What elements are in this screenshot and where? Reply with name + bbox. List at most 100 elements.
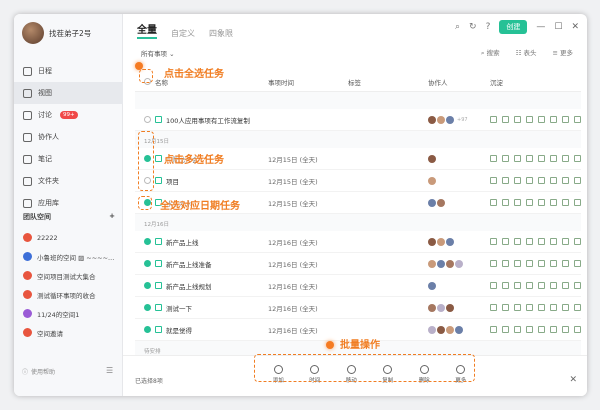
tab-1[interactable]: 自定义	[171, 28, 195, 39]
branch-icon[interactable]	[502, 238, 509, 245]
row-checkbox[interactable]	[144, 282, 151, 289]
task-complete-checkbox[interactable]	[155, 155, 162, 162]
branch-icon[interactable]	[502, 282, 509, 289]
task-complete-checkbox[interactable]	[155, 116, 162, 123]
folder-icon[interactable]	[538, 155, 545, 162]
send-icon[interactable]	[514, 116, 521, 123]
inbox-icon[interactable]	[526, 282, 533, 289]
mail-icon[interactable]	[550, 116, 557, 123]
task-owners[interactable]	[420, 325, 482, 334]
mail-icon[interactable]	[550, 177, 557, 184]
mail-icon[interactable]	[550, 304, 557, 311]
send-icon[interactable]	[514, 282, 521, 289]
reply-icon[interactable]	[574, 116, 581, 123]
col-time[interactable]: 事项时间	[260, 77, 340, 87]
mail-icon[interactable]	[550, 326, 557, 333]
more-button[interactable]: ≡ 更多	[552, 46, 573, 60]
help-icon[interactable]: ?	[486, 22, 491, 32]
reply-icon[interactable]	[574, 155, 581, 162]
minimize-icon[interactable]: —	[536, 22, 545, 32]
inbox-icon[interactable]	[526, 116, 533, 123]
mail-icon[interactable]	[550, 238, 557, 245]
folder-icon[interactable]	[538, 260, 545, 267]
task-name[interactable]: 100人应用事项有工作流复制	[166, 115, 250, 125]
note-icon[interactable]	[490, 155, 497, 162]
task-name[interactable]: 新产品上线规划	[166, 281, 212, 291]
branch-icon[interactable]	[502, 304, 509, 311]
clock-icon[interactable]	[562, 282, 569, 289]
task-name[interactable]: 测试一下	[166, 303, 192, 313]
mail-icon[interactable]	[550, 155, 557, 162]
task-time[interactable]: 12月15日 (全天)	[260, 176, 340, 186]
folder-icon[interactable]	[538, 282, 545, 289]
row-checkbox[interactable]	[144, 238, 151, 245]
tab-0[interactable]: 全量	[137, 21, 157, 39]
user-profile[interactable]: 找茬弟子2号	[22, 22, 91, 44]
task-owners[interactable]	[420, 259, 482, 268]
table-row[interactable]: 项目 12月15日 (全天)	[135, 170, 581, 192]
inbox-icon[interactable]	[526, 177, 533, 184]
table-row[interactable]: 100人应用事项有工作流复制 +97	[135, 109, 581, 131]
help-link[interactable]: ⓘ 使用帮助	[22, 367, 55, 376]
team-space-item[interactable]: 空间项目测试大集合	[14, 266, 123, 285]
send-icon[interactable]	[514, 238, 521, 245]
table-row[interactable]: 新产品上线 12月16日 (全天)	[135, 231, 581, 253]
task-time[interactable]: 12月16日 (全天)	[260, 281, 340, 291]
task-time[interactable]: 12月16日 (全天)	[260, 325, 340, 335]
task-owners[interactable]	[420, 303, 482, 312]
task-complete-checkbox[interactable]	[155, 326, 162, 333]
folder-icon[interactable]	[538, 326, 545, 333]
sidebar-item-5[interactable]: 文件夹	[14, 170, 123, 192]
task-owners[interactable]: +97	[420, 115, 482, 124]
clock-icon[interactable]	[562, 177, 569, 184]
clock-icon[interactable]	[562, 260, 569, 267]
note-icon[interactable]	[490, 304, 497, 311]
folder-icon[interactable]	[538, 238, 545, 245]
task-complete-checkbox[interactable]	[155, 238, 162, 245]
sidebar-item-3[interactable]: 协作人	[14, 126, 123, 148]
reply-icon[interactable]	[574, 260, 581, 267]
search-button[interactable]: ⌕ 搜索	[481, 46, 500, 60]
branch-icon[interactable]	[502, 177, 509, 184]
header-settings-button[interactable]: ☷ 表头	[516, 46, 537, 60]
team-space-item[interactable]: 空间邀请	[14, 323, 123, 342]
send-icon[interactable]	[514, 177, 521, 184]
collapse-sidebar-icon[interactable]: ☰	[106, 366, 113, 375]
note-icon[interactable]	[490, 326, 497, 333]
task-complete-checkbox[interactable]	[155, 177, 162, 184]
clock-icon[interactable]	[562, 199, 569, 206]
clock-icon[interactable]	[562, 238, 569, 245]
inbox-icon[interactable]	[526, 304, 533, 311]
mail-icon[interactable]	[550, 199, 557, 206]
task-time[interactable]: 12月16日 (全天)	[260, 303, 340, 313]
note-icon[interactable]	[490, 177, 497, 184]
folder-icon[interactable]	[538, 304, 545, 311]
clock-icon[interactable]	[562, 155, 569, 162]
row-checkbox[interactable]	[144, 304, 151, 311]
clock-icon[interactable]	[562, 116, 569, 123]
send-icon[interactable]	[514, 155, 521, 162]
refresh-icon[interactable]: ↻	[469, 22, 477, 32]
sidebar-item-4[interactable]: 笔记	[14, 148, 123, 170]
team-space-item[interactable]: 测试循环事项的收合	[14, 285, 123, 304]
task-owners[interactable]	[420, 198, 482, 207]
branch-icon[interactable]	[502, 116, 509, 123]
tab-2[interactable]: 四象限	[209, 28, 233, 39]
avatar[interactable]	[22, 22, 44, 44]
reply-icon[interactable]	[574, 282, 581, 289]
filter-dropdown[interactable]: 所有事项 ⌄	[141, 48, 175, 58]
task-owners[interactable]	[420, 281, 482, 290]
note-icon[interactable]	[490, 282, 497, 289]
maximize-icon[interactable]: ☐	[554, 22, 562, 32]
sidebar-item-1[interactable]: 视图	[14, 82, 123, 104]
team-space-item[interactable]: 11/24的空间1	[14, 304, 123, 323]
sidebar-item-2[interactable]: 讨论 99+	[14, 104, 123, 126]
reply-icon[interactable]	[574, 238, 581, 245]
team-space-item[interactable]: 小鲁班的空间 ▨ ~~~~...	[14, 247, 123, 266]
table-row[interactable]: 测试一下 12月16日 (全天)	[135, 297, 581, 319]
reply-icon[interactable]	[574, 326, 581, 333]
task-name[interactable]: 新产品上线	[166, 237, 199, 247]
send-icon[interactable]	[514, 304, 521, 311]
mail-icon[interactable]	[550, 282, 557, 289]
sidebar-item-0[interactable]: 日程	[14, 60, 123, 82]
